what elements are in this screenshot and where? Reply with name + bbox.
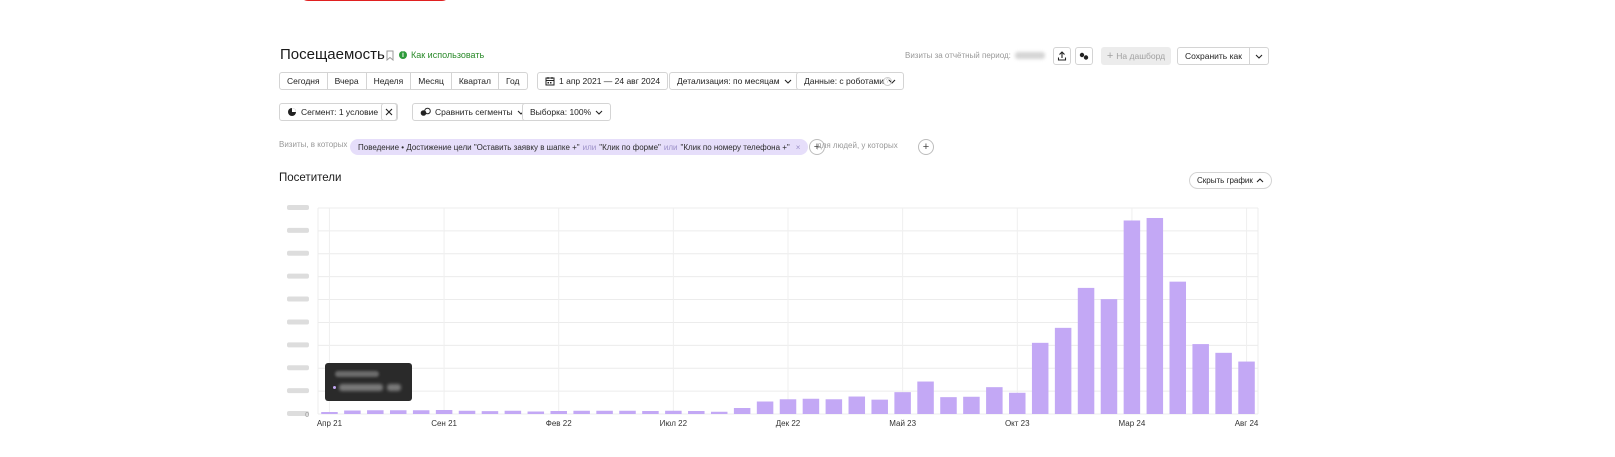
bar <box>940 397 957 414</box>
bar <box>665 410 682 414</box>
bar <box>963 396 980 414</box>
bar <box>779 399 797 414</box>
tooltip-date-blurred <box>335 371 379 377</box>
bar <box>642 411 659 414</box>
tooltip-value-blurred <box>387 384 401 391</box>
bar <box>733 408 751 414</box>
y-tick-label-blurred <box>287 342 309 348</box>
x-tick-label: Окт 23 <box>1005 419 1030 428</box>
bar <box>986 387 1003 414</box>
y-tick-label-zero: 0 <box>305 412 309 419</box>
bar <box>1031 342 1049 414</box>
x-tick-label: Июл 22 <box>660 419 688 428</box>
bar <box>848 396 866 414</box>
bar <box>344 410 361 414</box>
bar <box>1215 352 1232 414</box>
bar <box>550 411 567 414</box>
y-tick-label-blurred <box>287 365 309 371</box>
bar <box>1054 327 1072 414</box>
bar <box>389 410 407 414</box>
series-dot <box>333 386 336 389</box>
visitors-bar-chart: Апр 21 Сен 21 Фев 22 Июл 22 Дек 22 Май 23 Окт … <box>287 205 1259 428</box>
bar <box>435 410 453 414</box>
bar <box>894 392 911 414</box>
x-tick-label: Авг 24 <box>1235 419 1259 428</box>
bar <box>504 410 522 414</box>
x-tick-label: Апр 21 <box>317 419 343 428</box>
bar <box>412 410 430 414</box>
bar <box>619 410 636 414</box>
bar <box>1192 344 1209 414</box>
chart-tooltip <box>325 363 412 401</box>
y-tick-label-blurred <box>287 388 309 394</box>
y-tick-label-blurred <box>287 205 309 210</box>
bar <box>1169 281 1187 414</box>
bar <box>825 399 843 414</box>
bar <box>710 411 728 414</box>
bar <box>802 398 820 414</box>
y-tick-label-blurred <box>287 296 309 302</box>
bar <box>1238 361 1255 414</box>
bar <box>596 410 613 414</box>
y-tick-label-blurred <box>287 250 309 256</box>
x-tick-label: Мар 24 <box>1119 419 1146 428</box>
bar <box>527 411 545 414</box>
bar <box>871 399 888 414</box>
bar <box>756 401 774 414</box>
bar <box>917 381 934 414</box>
bar <box>458 410 476 414</box>
bar <box>1146 217 1164 414</box>
bar <box>367 410 384 414</box>
bar <box>573 410 590 414</box>
bar <box>321 412 338 414</box>
bar <box>1009 392 1026 414</box>
x-tick-label: Дек 22 <box>776 419 801 428</box>
x-tick-label: Май 23 <box>889 419 916 428</box>
bar <box>1123 220 1141 414</box>
bar <box>481 411 499 414</box>
bar <box>688 411 705 414</box>
y-tick-label-blurred <box>287 227 309 233</box>
bar <box>1100 299 1118 414</box>
bar <box>1077 287 1095 414</box>
tooltip-name-blurred <box>339 384 383 391</box>
x-tick-label: Сен 21 <box>431 419 457 428</box>
y-tick-label-blurred <box>287 319 309 325</box>
y-tick-label-blurred <box>287 273 309 279</box>
x-tick-label: Фев 22 <box>546 419 572 428</box>
